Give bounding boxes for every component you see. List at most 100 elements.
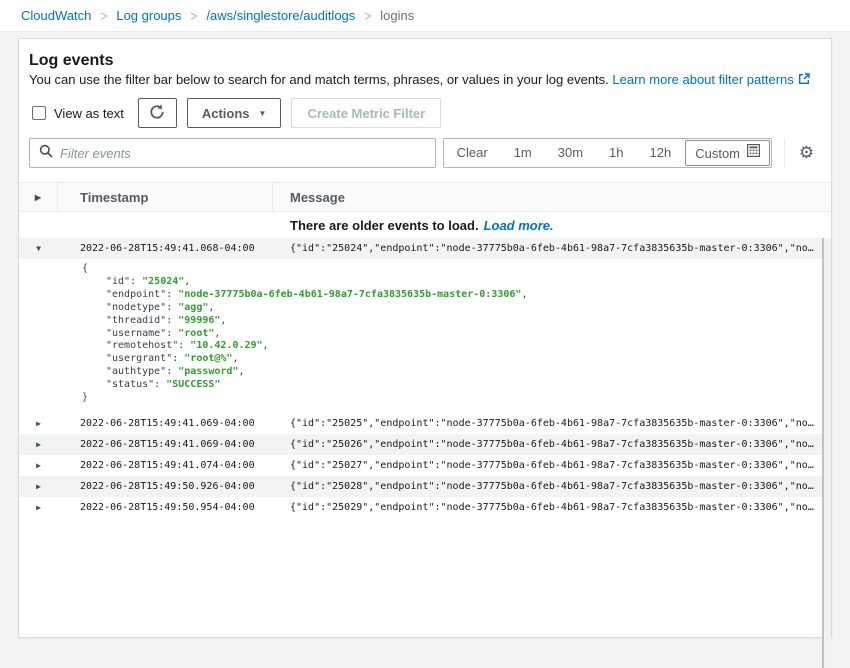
json-field-line: "nodetype": "agg", — [106, 302, 831, 315]
json-value: "99996" — [178, 315, 220, 326]
external-link-icon — [798, 73, 810, 89]
json-comma: , — [238, 366, 244, 377]
row-expander-icon[interactable]: ▶ — [36, 482, 41, 491]
time-range-custom[interactable]: Custom — [685, 140, 770, 166]
row-timestamp: 2022-06-28T15:49:41.074-04:00 — [58, 460, 273, 471]
time-range-1m[interactable]: 1m — [501, 139, 545, 167]
row-message: {"id":"25029","endpoint":"node-37775b0a-… — [273, 502, 831, 513]
column-header-message: Message — [273, 190, 831, 205]
older-events-text: There are older events to load. — [19, 218, 479, 233]
json-open-brace: { — [82, 263, 831, 276]
json-value: "25024" — [142, 276, 184, 287]
table-row[interactable]: ▶ 2022-06-28T15:49:50.954-04:00 {"id":"2… — [19, 497, 831, 518]
json-comma: , — [214, 328, 220, 339]
breadcrumb-current: logins — [380, 8, 414, 23]
row-message: {"id":"25024","endpoint":"node-37775b0a-… — [273, 243, 831, 254]
json-colon: : — [166, 302, 178, 313]
json-comma: , — [208, 302, 214, 313]
json-comma: , — [263, 340, 269, 351]
expanded-event-json: { "id": "25024", "endpoint": "node-37775… — [19, 259, 831, 413]
view-as-text-control[interactable]: View as text — [32, 106, 124, 121]
actions-button[interactable]: Actions ▼ — [187, 98, 282, 128]
json-colon: : — [166, 289, 178, 300]
json-value: "agg" — [178, 302, 208, 313]
row-timestamp: 2022-06-28T15:49:41.068-04:00 — [58, 243, 273, 254]
json-field-line: "endpoint": "node-37775b0a-6feb-4b61-98a… — [106, 289, 831, 302]
json-value: "node-37775b0a-6feb-4b61-98a7-7cfa383563… — [178, 289, 521, 300]
row-timestamp: 2022-06-28T15:49:41.069-04:00 — [58, 439, 273, 450]
create-metric-filter-button[interactable]: Create Metric Filter — [291, 98, 441, 128]
log-events-panel: Log events You can use the filter bar be… — [18, 38, 832, 638]
row-message: {"id":"25026","endpoint":"node-37775b0a-… — [273, 439, 831, 450]
breadcrumb-log-group[interactable]: /aws/singlestore/auditlogs — [206, 8, 355, 23]
learn-more-link[interactable]: Learn more about filter patterns — [612, 72, 793, 87]
row-expander-icon[interactable]: ▶ — [36, 419, 41, 428]
json-colon: : — [178, 340, 190, 351]
json-field-line: "authtype": "password", — [106, 366, 831, 379]
json-field-line: "usergrant": "root@%", — [106, 353, 831, 366]
row-expander-icon[interactable]: ▼ — [36, 244, 41, 253]
calendar-icon — [747, 144, 760, 162]
page-title: Log events — [29, 51, 821, 70]
log-events-table: ▶ Timestamp Message There are older even… — [19, 182, 831, 518]
table-row[interactable]: ▼ 2022-06-28T15:49:41.068-04:00 {"id":"2… — [19, 238, 831, 259]
refresh-icon — [149, 104, 165, 123]
json-colon: : — [166, 366, 178, 377]
row-expander-icon[interactable]: ▶ — [36, 461, 41, 470]
json-value: "root@%" — [184, 353, 232, 364]
time-range-1h[interactable]: 1h — [596, 139, 636, 167]
json-field-line: "username": "root", — [106, 328, 831, 341]
caret-down-icon: ▼ — [259, 109, 267, 118]
breadcrumb-cloudwatch[interactable]: CloudWatch — [21, 8, 91, 23]
row-timestamp: 2022-06-28T15:49:50.954-04:00 — [58, 502, 273, 513]
table-row[interactable]: ▶ 2022-06-28T15:49:41.069-04:00 {"id":"2… — [19, 434, 831, 455]
page-description: You can use the filter bar below to sear… — [29, 72, 821, 89]
time-range-clear[interactable]: Clear — [444, 139, 501, 167]
table-row[interactable]: ▶ 2022-06-28T15:49:41.074-04:00 {"id":"2… — [19, 455, 831, 476]
column-header-timestamp: Timestamp — [58, 183, 273, 211]
json-value: "root" — [178, 328, 214, 339]
time-range-12h[interactable]: 12h — [637, 139, 685, 167]
json-value: "10.42.0.29" — [190, 340, 262, 351]
json-comma: , — [184, 276, 190, 287]
time-range-control: Clear 1m 30m 1h 12h Custom — [443, 138, 772, 168]
json-field-line: "status": "SUCCESS" — [106, 379, 831, 392]
json-colon: : — [166, 328, 178, 339]
json-close-brace: } — [82, 392, 831, 405]
json-field-line: "id": "25024", — [106, 276, 831, 289]
breadcrumb-log-groups[interactable]: Log groups — [116, 8, 181, 23]
table-header: ▶ Timestamp Message — [19, 182, 831, 212]
row-expander-icon[interactable]: ▶ — [36, 440, 41, 449]
toolbar: View as text Actions ▼ Create Metric Fil… — [29, 98, 821, 128]
filter-events-input[interactable] — [60, 146, 435, 161]
json-key: "usergrant" — [106, 353, 172, 364]
json-colon: : — [154, 379, 166, 390]
json-key: "id" — [106, 276, 130, 287]
breadcrumb-separator-icon: > — [364, 7, 371, 24]
table-row[interactable]: ▶ 2022-06-28T15:49:41.069-04:00 {"id":"2… — [19, 413, 831, 434]
json-key: "endpoint" — [106, 289, 166, 300]
time-range-30m[interactable]: 30m — [545, 139, 596, 167]
breadcrumb-separator-icon: > — [100, 7, 107, 24]
filter-events-box[interactable] — [29, 138, 436, 168]
log-rows: ▼ 2022-06-28T15:49:41.068-04:00 {"id":"2… — [19, 238, 831, 518]
json-comma: , — [232, 353, 238, 364]
row-message: {"id":"25028","endpoint":"node-37775b0a-… — [273, 481, 831, 492]
json-key: "threadid" — [106, 315, 166, 326]
load-more-link[interactable]: Load more. — [484, 218, 554, 233]
breadcrumb: CloudWatch > Log groups > /aws/singlesto… — [0, 0, 850, 32]
json-comma: , — [220, 315, 226, 326]
settings-gear-icon[interactable]: ⚙ — [792, 138, 821, 168]
breadcrumb-separator-icon: > — [190, 7, 197, 24]
json-comma: , — [521, 289, 527, 300]
row-expander-icon[interactable]: ▶ — [36, 503, 41, 512]
vertical-scrollbar[interactable] — [822, 238, 831, 668]
json-colon: : — [130, 276, 142, 287]
refresh-button[interactable] — [138, 98, 177, 128]
header-expander-icon[interactable]: ▶ — [35, 193, 41, 202]
json-key: "remotehost" — [106, 340, 178, 351]
view-as-text-checkbox[interactable] — [32, 106, 46, 120]
description-text: You can use the filter bar below to sear… — [29, 72, 609, 87]
json-key: "nodetype" — [106, 302, 166, 313]
json-colon: : — [172, 353, 184, 364]
